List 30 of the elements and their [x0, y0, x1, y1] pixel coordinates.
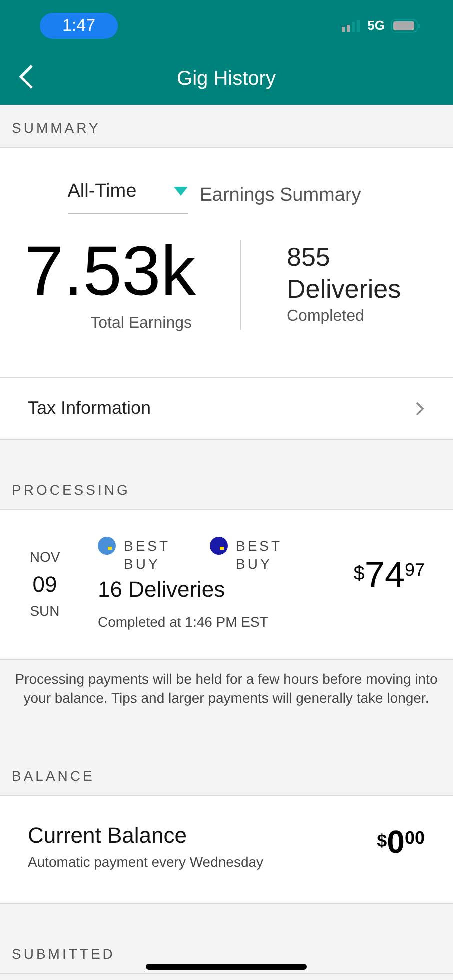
period-dropdown[interactable]: All-Time — [68, 178, 188, 214]
signal-icon — [342, 20, 362, 32]
section-label: PROCESSING — [12, 481, 130, 500]
battery-icon — [391, 19, 421, 33]
header-title: Gig History — [177, 66, 276, 92]
tax-information-row[interactable]: Tax Information — [0, 378, 453, 440]
total-earnings-value: 7.53k — [24, 234, 196, 308]
chevron-right-icon — [416, 402, 425, 416]
date-month: NOV — [30, 548, 60, 567]
deliveries-count: 855 — [287, 240, 332, 272]
store-name: BEST BUY — [236, 536, 284, 572]
processing-note: Processing payments will be held for a few hours before moving into your balance. Tips and larger payments will generally take longer. — [14, 670, 439, 708]
deliveries-sublabel: Completed — [287, 306, 366, 326]
section-label: BALANCE — [12, 767, 95, 786]
summary-heading: Earnings Summary — [200, 184, 362, 208]
store-name: BEST BUY — [124, 536, 172, 572]
completed-time: Completed at 1:46 PM EST — [98, 612, 270, 632]
network-label: 5G — [368, 17, 385, 36]
section-label: SUMMARY — [12, 119, 101, 138]
deliveries-label: Deliveries — [287, 272, 402, 304]
dropdown-caret-icon — [174, 187, 188, 198]
section-label: SUBMITTED — [12, 945, 116, 964]
total-earnings-label: Total Earnings — [90, 314, 192, 334]
delivery-count-title: 16 Deliveries — [98, 576, 226, 604]
balance-title: Current Balance — [28, 822, 188, 850]
back-button[interactable] — [18, 64, 34, 90]
status-time: 1:47 — [40, 13, 118, 39]
date-day: 09 — [32, 568, 58, 601]
balance-subtitle: Automatic payment every Wednesday — [28, 852, 264, 872]
date-weekday: SUN — [30, 602, 60, 621]
